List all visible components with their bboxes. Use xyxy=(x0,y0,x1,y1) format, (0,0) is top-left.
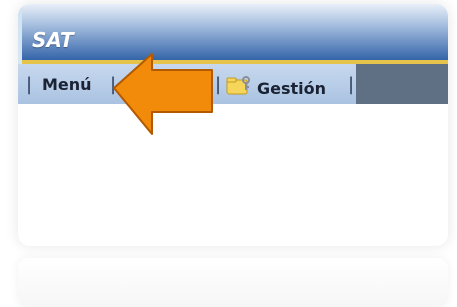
folder-key-icon[interactable] xyxy=(226,74,254,96)
menu-bar-dark-segment xyxy=(356,64,448,104)
menu-item-gestion[interactable]: Gestión xyxy=(257,80,326,98)
menu-separator: | xyxy=(215,74,222,95)
green-square-icon[interactable] xyxy=(130,78,143,91)
content-area xyxy=(18,104,448,246)
header-banner xyxy=(18,4,448,62)
menu-separator: | xyxy=(110,74,117,95)
menu-separator: | xyxy=(26,74,33,95)
app-window: SAT | Menú | | Gestión | xyxy=(18,4,448,246)
lower-panel xyxy=(18,258,448,307)
menu-item-menu[interactable]: Menú xyxy=(42,76,92,94)
screenshot-stage: SAT | Menú | | Gestión | xyxy=(0,0,457,307)
menu-separator: | xyxy=(348,74,355,95)
app-logo: SAT xyxy=(32,28,74,52)
